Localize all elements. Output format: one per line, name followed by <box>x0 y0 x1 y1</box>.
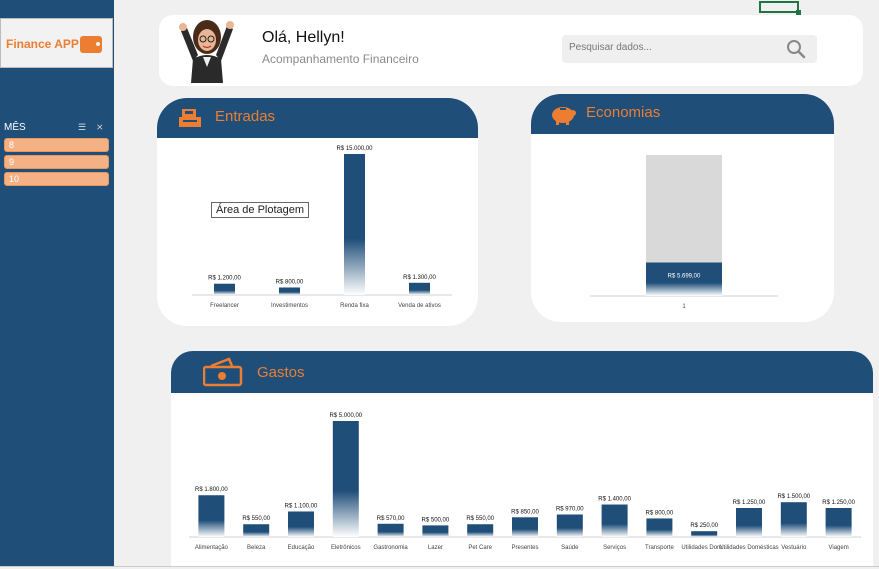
bar[interactable] <box>422 525 449 537</box>
sidebar <box>0 0 114 566</box>
category-label: Gastronomia <box>373 545 408 551</box>
search-placeholder: Pesquisar dados... <box>569 42 652 53</box>
clear-filter-icon[interactable]: ⨯ <box>96 122 104 133</box>
bar[interactable] <box>512 517 538 537</box>
plot-area-tooltip: Área de Plotagem <box>211 202 310 218</box>
money-icon <box>203 357 243 387</box>
category-label: Renda fixa <box>340 303 369 309</box>
sheet-bottom-border <box>0 566 879 567</box>
data-label: R$ 5.000,00 <box>329 413 362 419</box>
piggy-bank-icon <box>552 107 576 125</box>
data-label: R$ 570,00 <box>377 516 405 522</box>
data-label: R$ 1.200,00 <box>208 276 241 282</box>
category-label: Utilidades Domésticas <box>719 545 778 551</box>
data-label: R$ 1.800,00 <box>195 487 228 493</box>
bar[interactable] <box>332 421 359 537</box>
slicer-title: MÊS <box>4 122 26 133</box>
selected-cell[interactable] <box>759 1 799 13</box>
data-label: R$ 850,00 <box>511 509 539 515</box>
bar[interactable] <box>409 282 430 295</box>
data-label: R$ 970,00 <box>556 506 584 512</box>
bar[interactable] <box>377 523 404 537</box>
data-label: R$ 1.500,00 <box>777 494 810 500</box>
entradas-header <box>157 98 478 138</box>
economias-card: Economias R$ 5.699,00 1 <box>531 94 834 322</box>
entradas-title: Entradas <box>215 108 276 125</box>
category-label: Serviços <box>603 545 626 551</box>
data-label: R$ 550,00 <box>466 516 494 522</box>
category-label: Saúde <box>561 545 579 551</box>
slicer-item[interactable]: 10 <box>4 172 109 186</box>
bar[interactable] <box>780 502 807 537</box>
category-label: Viagem <box>828 545 848 551</box>
bar[interactable] <box>288 511 314 537</box>
category-label: Pet Care <box>468 545 492 551</box>
data-label: R$ 1.250,00 <box>733 500 766 506</box>
category-label: Eletrônicos <box>331 545 361 551</box>
gastos-chart[interactable]: R$ 1.800,00 Alimentação R$ 550,00 Beleza R$ … <box>171 393 873 566</box>
data-label: R$ 250,00 <box>690 523 718 529</box>
bar[interactable] <box>243 524 270 537</box>
bar[interactable] <box>646 518 673 537</box>
data-label: R$ 500,00 <box>422 517 450 523</box>
bar[interactable] <box>556 514 583 537</box>
category-label: Alimentação <box>195 545 229 551</box>
data-label: R$ 1.100,00 <box>285 503 318 509</box>
bar[interactable] <box>344 154 365 295</box>
slicer-item[interactable]: 9 <box>4 155 109 169</box>
avatar <box>179 20 234 83</box>
data-label: R$ 800,00 <box>276 279 304 285</box>
data-label: R$ 550,00 <box>242 516 270 522</box>
app-logo[interactable]: Finance APP <box>0 18 113 68</box>
category-label: 1 <box>682 304 686 310</box>
bar[interactable] <box>736 508 762 537</box>
data-label: R$ 1.400,00 <box>598 497 631 503</box>
data-label: R$ 15.000,00 <box>336 146 373 152</box>
bar[interactable] <box>279 287 300 295</box>
greeting: Olá, Hellyn! <box>262 29 345 46</box>
bar[interactable] <box>214 283 235 295</box>
header-card: Olá, Hellyn! Acompanhamento Financeiro P… <box>159 15 863 86</box>
multi-select-icon[interactable]: ☰ <box>78 122 86 133</box>
month-slicer: MÊS ☰ ⨯ 8 9 10 <box>0 119 112 193</box>
bar[interactable] <box>467 524 494 537</box>
search-input[interactable]: Pesquisar dados... <box>562 35 817 63</box>
gastos-title: Gastos <box>257 364 305 381</box>
bar[interactable] <box>198 495 225 537</box>
data-label: R$ 1.250,00 <box>822 500 855 506</box>
entradas-chart[interactable]: R$ 1.200,00 Freelancer R$ 800,00 Investimen… <box>157 138 478 326</box>
data-label: R$ 5.699,00 <box>668 274 701 280</box>
slicer-item[interactable]: 8 <box>4 138 109 152</box>
category-label: Venda de ativos <box>398 303 441 309</box>
gastos-card: Gastos R$ 1.800,00 Alimentação R$ 550,00 Be… <box>171 351 873 566</box>
cash-register-icon <box>179 109 201 127</box>
category-label: Investimentos <box>271 303 308 309</box>
wallet-icon <box>80 36 102 53</box>
subtitle: Acompanhamento Financeiro <box>262 52 419 66</box>
category-label: Vestuário <box>781 545 807 551</box>
category-label: Educação <box>288 545 315 551</box>
economias-title: Economias <box>586 104 661 121</box>
category-label: Presentes <box>511 545 538 551</box>
category-label: Beleza <box>247 545 266 551</box>
economias-chart[interactable]: R$ 5.699,00 1 <box>531 134 834 322</box>
data-label: R$ 1.300,00 <box>403 275 436 281</box>
data-label: R$ 800,00 <box>646 510 674 516</box>
entradas-card: Entradas R$ 1.200,00 Freelancer R$ 800,00 I… <box>157 98 478 326</box>
bar[interactable] <box>691 531 718 537</box>
search-icon[interactable] <box>784 38 808 60</box>
bar[interactable] <box>601 504 628 537</box>
app-name: Finance APP <box>6 37 79 51</box>
category-label: Transporte <box>645 545 674 551</box>
bar[interactable] <box>825 508 852 537</box>
category-label: Lazer <box>428 545 443 551</box>
category-label: Freelancer <box>210 303 239 309</box>
